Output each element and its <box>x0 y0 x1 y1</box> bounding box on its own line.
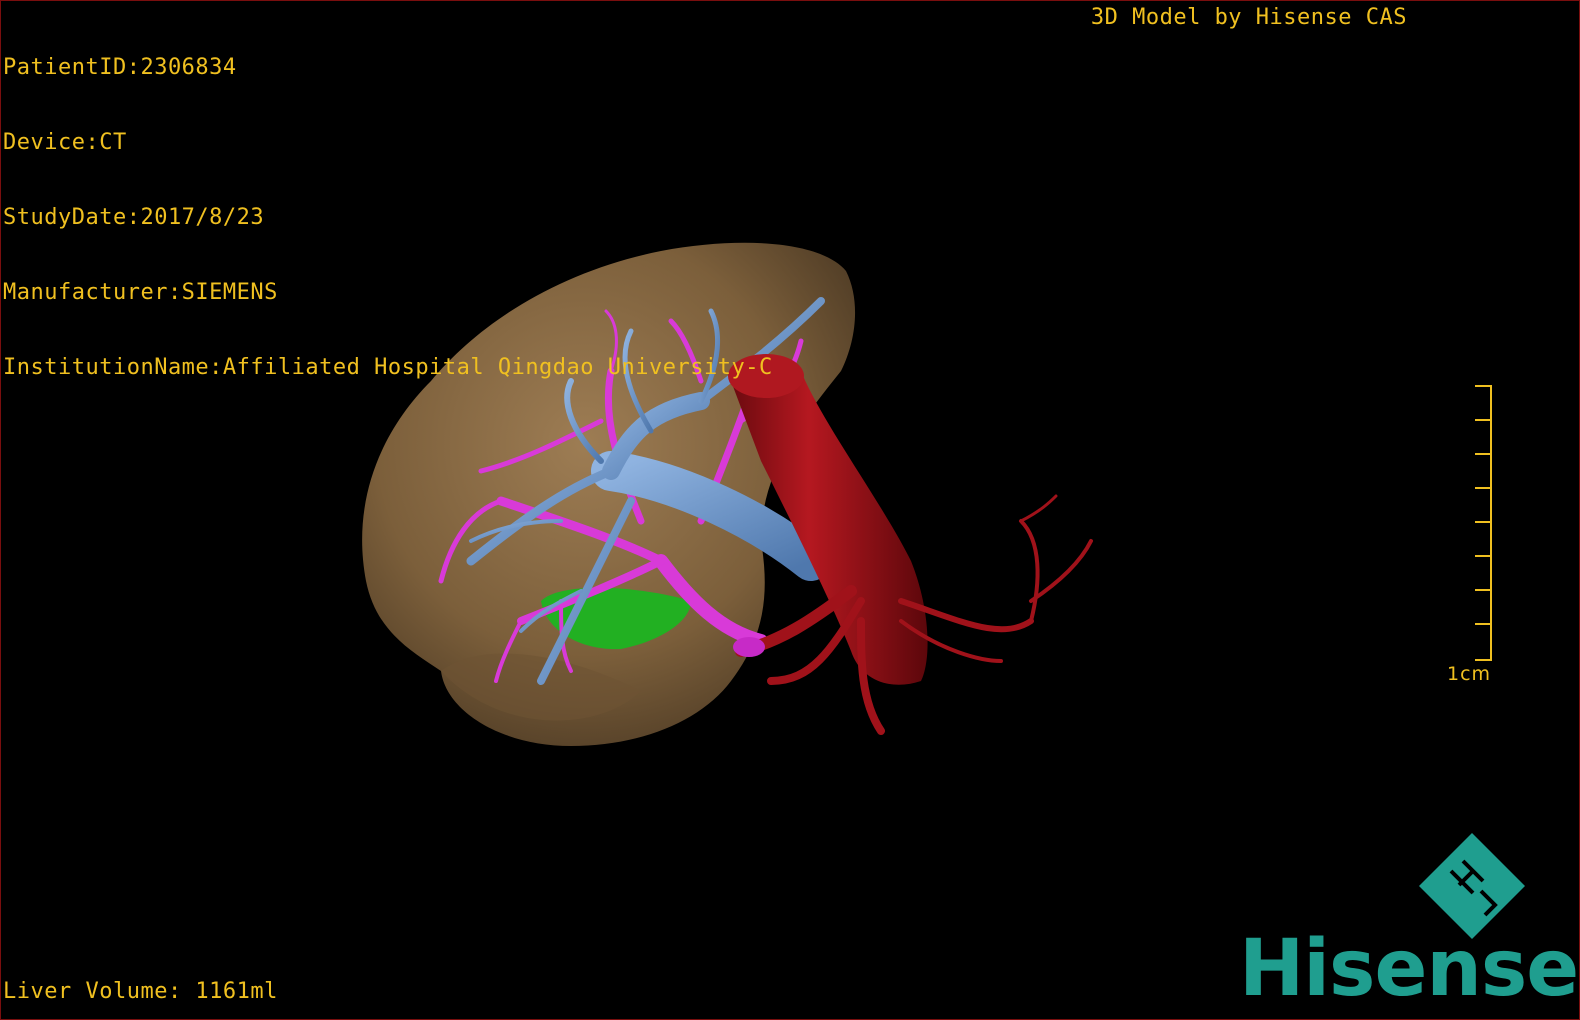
patient-id: PatientID:2306834 <box>3 55 237 80</box>
liver-volume: Liver Volume: 1161ml <box>3 979 278 1004</box>
dicom-info-block: PatientID:2306834 Device:CT StudyDate:20… <box>3 5 773 430</box>
scale-bar-icon <box>1475 385 1492 661</box>
manufacturer: Manufacturer:SIEMENS <box>3 280 278 305</box>
institution-name: InstitutionName:Affiliated Hospital Qing… <box>3 355 773 380</box>
study-date: StudyDate:2017/8/23 <box>3 205 265 230</box>
3d-viewport[interactable]: PatientID:2306834 Device:CT StudyDate:20… <box>0 0 1580 1020</box>
model-credit: 3D Model by Hisense CAS <box>1090 5 1407 30</box>
device: Device:CT <box>3 130 127 155</box>
scale-label: 1cm <box>1447 663 1492 685</box>
brand-wordmark: Hisense <box>1239 924 1579 1014</box>
